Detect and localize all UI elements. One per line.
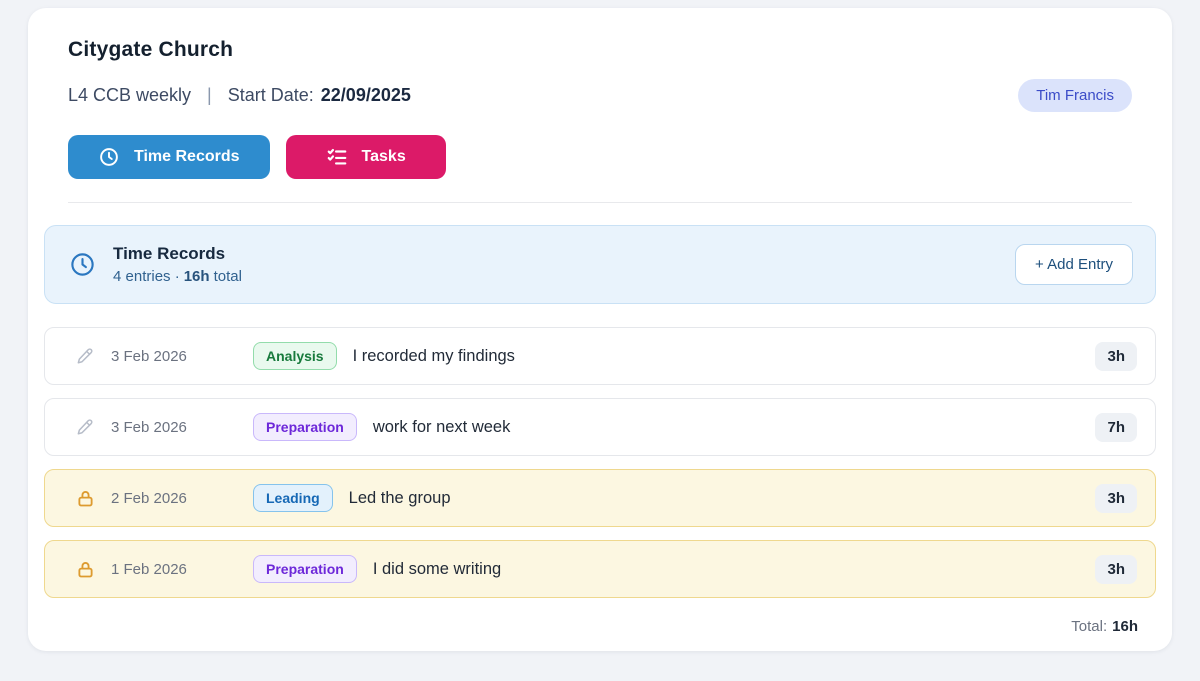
start-date-label: Start Date: xyxy=(228,85,314,106)
subtitle-row: L4 CCB weekly | Start Date: 22/09/2025 T… xyxy=(68,79,1132,112)
entry-hours-badge: 3h xyxy=(1095,555,1137,584)
entry-description: work for next week xyxy=(373,418,511,437)
entry-hours-badge: 3h xyxy=(1095,342,1137,371)
time-entry-row[interactable]: 3 Feb 2026 Analysis I recorded my findin… xyxy=(44,327,1156,385)
row-state-icon xyxy=(75,346,97,367)
total-value: 16h xyxy=(1112,618,1138,635)
entry-date: 2 Feb 2026 xyxy=(111,490,253,507)
entry-hours-badge: 7h xyxy=(1095,413,1137,442)
entry-description: I did some writing xyxy=(373,560,501,579)
entry-description: I recorded my findings xyxy=(353,347,515,366)
total-suffix: total xyxy=(214,268,242,285)
entry-description: Led the group xyxy=(349,489,451,508)
time-entry-row[interactable]: 2 Feb 2026 Leading Led the group 3h xyxy=(44,469,1156,527)
footer-total: Total: 16h xyxy=(44,618,1156,635)
entry-hours-badge: 3h xyxy=(1095,484,1137,513)
checklist-icon xyxy=(326,146,348,168)
view-toggle-buttons: Time Records Tasks xyxy=(68,135,1132,179)
user-badge[interactable]: Tim Francis xyxy=(1018,79,1132,112)
page-title: Citygate Church xyxy=(68,38,1132,62)
panel-titles: Time Records 4 entries ·16htotal xyxy=(113,244,242,285)
pencil-icon[interactable] xyxy=(75,417,96,438)
row-state-icon xyxy=(75,559,97,580)
entries-count: 4 entries · xyxy=(113,268,180,285)
total-hours-inline: 16h xyxy=(184,268,210,285)
card-header: Citygate Church L4 CCB weekly | Start Da… xyxy=(44,38,1156,179)
time-entry-row[interactable]: 3 Feb 2026 Preparation work for next wee… xyxy=(44,398,1156,456)
time-records-panel-header: Time Records 4 entries ·16htotal + Add E… xyxy=(44,225,1156,304)
entry-category-badge: Leading xyxy=(253,484,333,512)
tasks-button[interactable]: Tasks xyxy=(286,135,446,179)
lock-icon xyxy=(75,488,96,509)
panel-title: Time Records xyxy=(113,244,242,264)
entry-category-badge: Preparation xyxy=(253,413,357,441)
add-entry-button[interactable]: + Add Entry xyxy=(1015,244,1133,285)
section-divider xyxy=(68,202,1132,203)
entry-category-badge: Analysis xyxy=(253,342,337,370)
entry-date: 1 Feb 2026 xyxy=(111,561,253,578)
tasks-button-label: Tasks xyxy=(362,148,406,166)
time-entry-row[interactable]: 1 Feb 2026 Preparation I did some writin… xyxy=(44,540,1156,598)
pencil-icon[interactable] xyxy=(75,346,96,367)
start-date-value: 22/09/2025 xyxy=(321,85,411,106)
clock-icon xyxy=(98,146,120,168)
entry-category-badge: Preparation xyxy=(253,555,357,583)
main-card: Citygate Church L4 CCB weekly | Start Da… xyxy=(28,8,1172,651)
row-state-icon xyxy=(75,488,97,509)
lock-icon xyxy=(75,559,96,580)
panel-summary: 4 entries ·16htotal xyxy=(113,268,242,285)
row-state-icon xyxy=(75,417,97,438)
course-name: L4 CCB weekly xyxy=(68,85,191,106)
course-info: L4 CCB weekly | Start Date: 22/09/2025 xyxy=(68,85,411,106)
entry-date: 3 Feb 2026 xyxy=(111,419,253,436)
entry-date: 3 Feb 2026 xyxy=(111,348,253,365)
clock-icon xyxy=(69,251,96,278)
time-records-button-label: Time Records xyxy=(134,148,240,166)
time-records-button[interactable]: Time Records xyxy=(68,135,270,179)
total-label: Total: xyxy=(1071,618,1107,635)
subtitle-separator: | xyxy=(207,85,212,106)
time-entries-list: 3 Feb 2026 Analysis I recorded my findin… xyxy=(44,327,1156,598)
